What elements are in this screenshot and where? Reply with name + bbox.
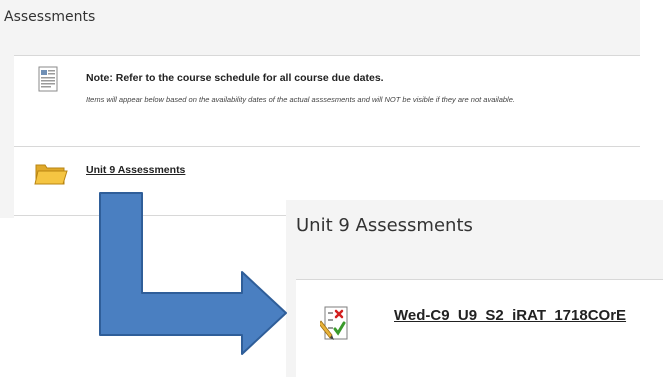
test-icon[interactable]	[320, 305, 350, 343]
folder-icon[interactable]	[34, 160, 68, 186]
test-link[interactable]: Wed-C9_U9_S2_iRAT_1718COrE	[394, 307, 626, 324]
content-list: Note: Refer to the course schedule for a…	[14, 55, 640, 219]
folder-title: Unit 9 Assessments	[296, 215, 473, 236]
list-item-note: Note: Refer to the course schedule for a…	[14, 56, 640, 147]
list-item-test[interactable]: Wed-C9_U9_S2_iRAT_1718COrE	[296, 280, 663, 378]
course-content-panel: Assessments Note: Refer to the course sc…	[0, 0, 640, 219]
folder-content-list: Wed-C9_U9_S2_iRAT_1718COrE	[296, 279, 663, 378]
unit-9-assessments-link[interactable]: Unit 9 Assessments	[86, 164, 185, 176]
document-icon	[38, 66, 58, 92]
note-title: Note: Refer to the course schedule for a…	[86, 72, 384, 84]
page-title: Assessments	[4, 9, 96, 25]
note-body: Items will appear below based on the ava…	[86, 95, 515, 104]
folder-contents-panel: Unit 9 Assessments Wed-C9_U9_S2_iRAT_171…	[286, 200, 663, 378]
